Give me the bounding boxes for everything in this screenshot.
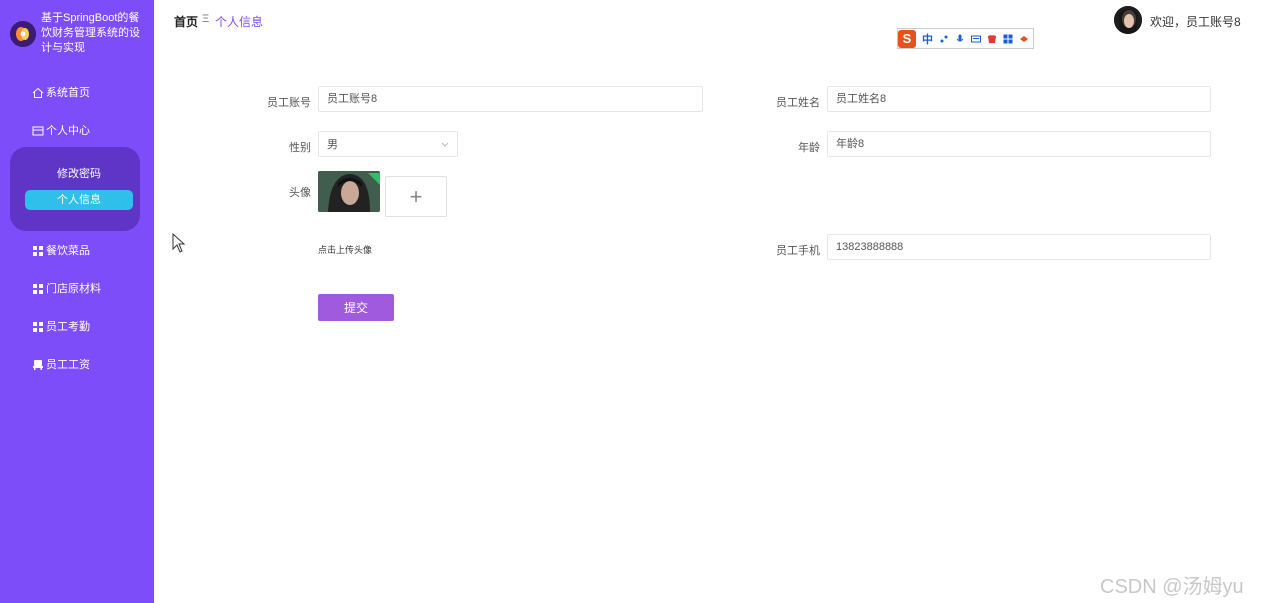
gender-label: 性别 [289, 142, 311, 154]
upload-hint-text: 点击上传头像 [318, 245, 373, 255]
age-input[interactable] [827, 131, 1211, 157]
age-label: 年龄 [798, 142, 820, 154]
ime-language[interactable]: 中 [922, 31, 933, 47]
sidebar-item-materials[interactable]: 门店原材料 [32, 279, 101, 299]
microphone-icon[interactable] [955, 34, 965, 44]
account-label: 员工账号 [267, 97, 311, 109]
sidebar-item-salary[interactable]: 员工工资 [32, 355, 90, 375]
welcome-text: 欢迎，员工账号8 [1150, 15, 1241, 29]
sidebar-item-home[interactable]: 系统首页 [32, 83, 90, 103]
sidebar-item-personal-center[interactable]: 个人中心 [32, 121, 90, 141]
top-header: 首页 Ξ 个人信息 欢迎，员工账号8 [154, 0, 1269, 40]
chevron-down-icon [441, 132, 449, 169]
phone-label: 员工手机 [776, 245, 820, 257]
sidebar-item-label: 餐饮菜品 [46, 245, 90, 257]
name-input[interactable] [827, 86, 1211, 112]
keyboard-icon[interactable] [971, 34, 981, 44]
mouse-cursor-icon [172, 233, 186, 253]
brand: 基于SpringBoot的餐饮财务管理系统的设计与实现 [10, 11, 150, 57]
personal-center-submenu: 修改密码 个人信息 [10, 147, 140, 231]
sidebar-item-label: 系统首页 [46, 87, 90, 99]
more-icon[interactable] [1019, 34, 1029, 44]
home-icon [32, 87, 44, 99]
skin-icon[interactable] [987, 34, 997, 44]
phone-input[interactable] [827, 234, 1211, 260]
chair-icon [32, 359, 44, 371]
grid-icon [32, 283, 44, 295]
gender-select[interactable]: 男 [318, 131, 458, 157]
grid-icon [32, 321, 44, 333]
avatar-label: 头像 [289, 187, 311, 199]
grid-icon [32, 245, 44, 257]
account-input[interactable] [318, 86, 703, 112]
submit-button[interactable]: 提交 [318, 294, 394, 321]
sidebar-item-label: 个人中心 [46, 125, 90, 137]
plus-icon: + [409, 183, 423, 209]
breadcrumb-home[interactable]: 首页 [174, 13, 198, 30]
ime-toolbar[interactable]: S 中 [897, 28, 1034, 49]
avatar-preview-image[interactable] [318, 171, 380, 212]
user-avatar[interactable] [1114, 6, 1142, 34]
sidebar-item-label: 门店原材料 [46, 283, 101, 295]
sidebar-item-dishes[interactable]: 餐饮菜品 [32, 241, 90, 261]
submenu-personal-info[interactable]: 个人信息 [25, 190, 133, 210]
sidebar: 基于SpringBoot的餐饮财务管理系统的设计与实现 系统首页 个人中心 修改… [0, 0, 154, 603]
sidebar-item-attendance[interactable]: 员工考勤 [32, 317, 90, 337]
logo-icon [10, 21, 36, 47]
card-icon [32, 125, 44, 137]
avatar-upload-button[interactable]: + [385, 176, 447, 217]
punctuation-icon[interactable] [939, 34, 949, 44]
sidebar-item-label: 员工考勤 [46, 321, 90, 333]
breadcrumb-current: 个人信息 [215, 15, 264, 29]
breadcrumb-separator: Ξ [202, 13, 210, 25]
name-label: 员工姓名 [776, 97, 820, 109]
sogou-logo-icon: S [898, 29, 916, 48]
app-title: 基于SpringBoot的餐饮财务管理系统的设计与实现 [41, 12, 140, 54]
watermark: CSDN @汤姆yu [1100, 576, 1244, 598]
gender-selected-value: 男 [327, 139, 338, 151]
sidebar-item-label: 员工工资 [46, 359, 90, 371]
toolbox-icon[interactable] [1003, 34, 1013, 44]
submenu-change-password[interactable]: 修改密码 [25, 164, 133, 184]
